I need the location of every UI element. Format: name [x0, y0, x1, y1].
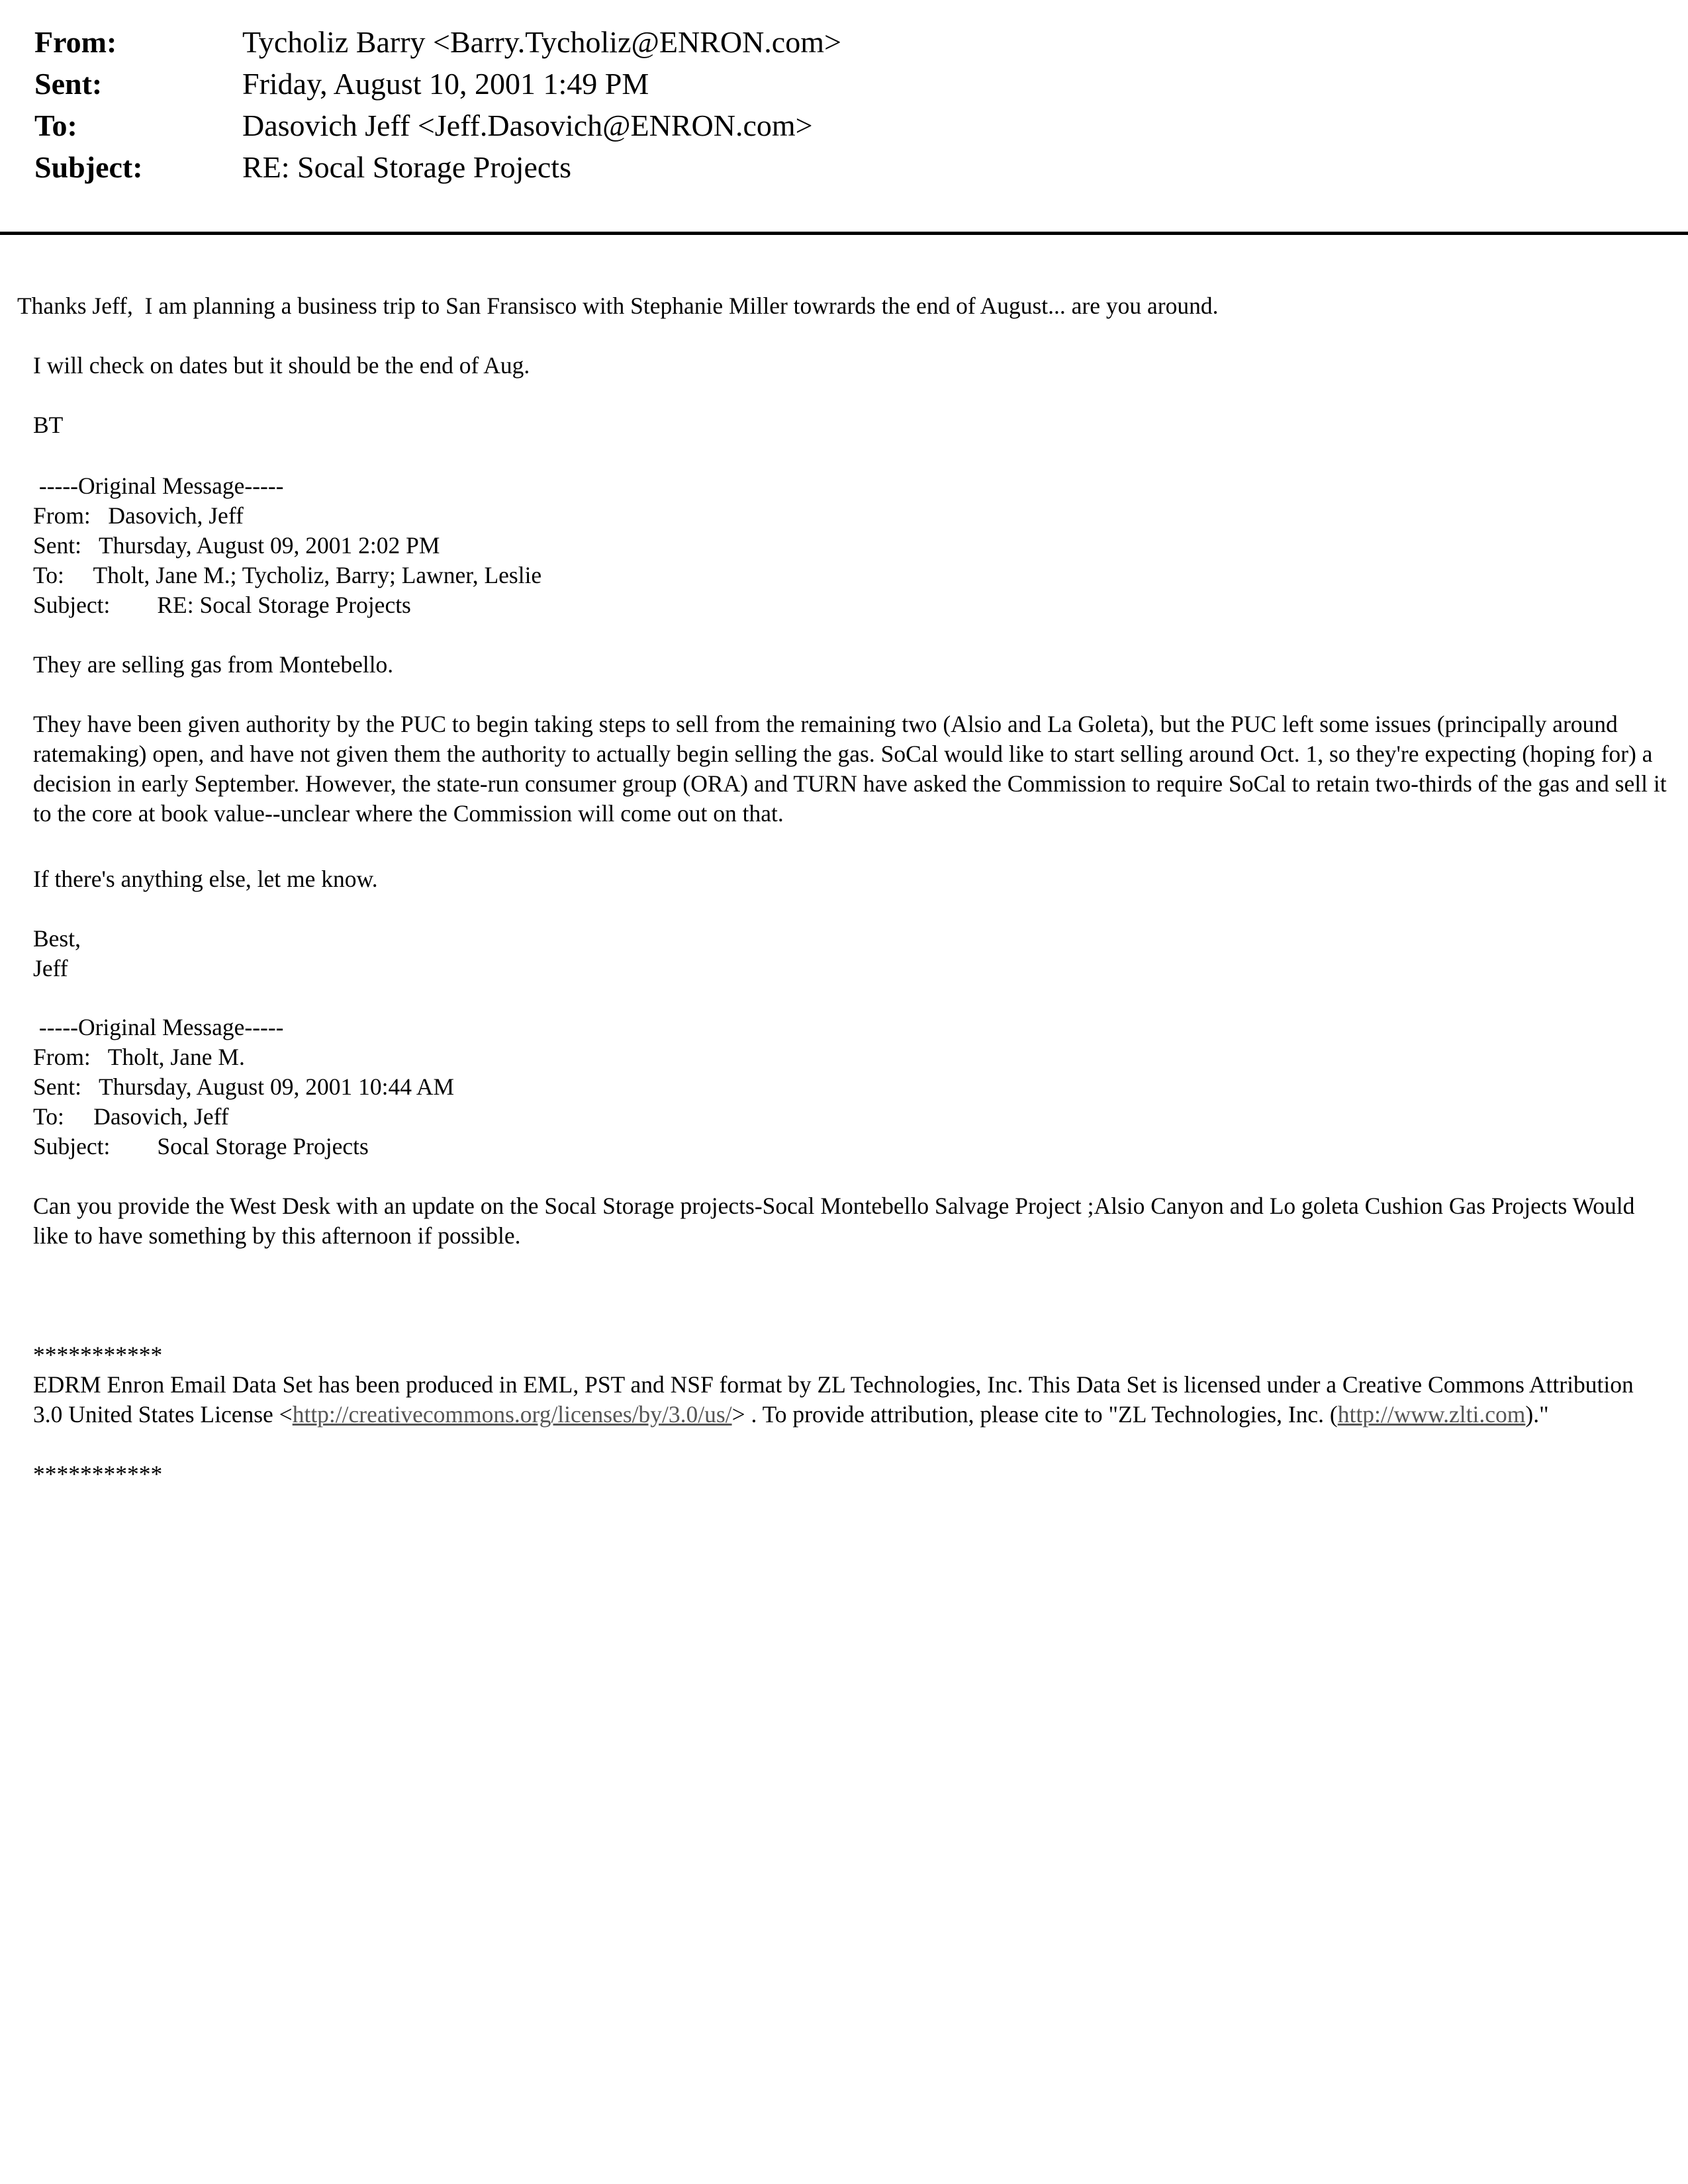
- zlti-link[interactable]: http://www.zlti.com: [1338, 1401, 1526, 1428]
- license-link[interactable]: http://creativecommons.org/licenses/by/3…: [293, 1401, 732, 1428]
- original1-paragraph-1: They are selling gas from Montebello.: [33, 651, 394, 678]
- original2-from: From: Tholt, Jane M.: [33, 1044, 245, 1070]
- footer-text-b: > . To provide attribution, please cite …: [731, 1401, 1338, 1428]
- header-sent-row: Sent: Friday, August 10, 2001 1:49 PM: [34, 63, 841, 105]
- reply-line-2: I will check on dates but it should be t…: [33, 352, 530, 379]
- footer-license-text: EDRM Enron Email Data Set has been produ…: [33, 1370, 1668, 1430]
- original1-paragraph-2: They have been given authority by the PU…: [33, 711, 1667, 827]
- original2-to: To: Dasovich, Jeff: [33, 1103, 229, 1130]
- sent-value: Friday, August 10, 2001 1:49 PM: [242, 67, 649, 101]
- sent-label: Sent:: [34, 67, 103, 101]
- original1-sent: Sent: Thursday, August 09, 2001 2:02 PM: [33, 532, 440, 559]
- subject-value: RE: Socal Storage Projects: [242, 150, 571, 184]
- original2-paragraph-1: Can you provide the West Desk with an up…: [33, 1193, 1635, 1249]
- reply-signoff: BT: [33, 412, 64, 438]
- original1-subject: Subject: RE: Socal Storage Projects: [33, 592, 411, 618]
- footer-text-c: ).": [1525, 1401, 1549, 1428]
- footer-stars-top: ***********: [33, 1342, 163, 1368]
- header-divider: [0, 232, 1688, 235]
- header-from-row: From: Tycholiz Barry <Barry.Tycholiz@ENR…: [34, 21, 841, 63]
- footer-stars-bottom: ***********: [33, 1461, 163, 1487]
- from-label: From:: [34, 25, 117, 59]
- original2-subject: Subject: Socal Storage Projects: [33, 1133, 369, 1160]
- reply-line-1: Thanks Jeff, I am planning a business tr…: [17, 293, 1219, 319]
- original-message-marker-2: -----Original Message-----: [33, 1014, 284, 1040]
- to-label: To:: [34, 109, 77, 142]
- header-to-row: To: Dasovich Jeff <Jeff.Dasovich@ENRON.c…: [34, 105, 841, 146]
- header-subject-row: Subject: RE: Socal Storage Projects: [34, 146, 841, 188]
- original1-closing: Best,: [33, 925, 81, 952]
- original1-to: To: Tholt, Jane M.; Tycholiz, Barry; Law…: [33, 562, 542, 588]
- original1-name: Jeff: [33, 955, 68, 981]
- original1-from: From: Dasovich, Jeff: [33, 502, 244, 529]
- subject-label: Subject:: [34, 150, 143, 184]
- email-header: From: Tycholiz Barry <Barry.Tycholiz@ENR…: [34, 21, 841, 188]
- to-value: Dasovich Jeff <Jeff.Dasovich@ENRON.com>: [242, 109, 813, 142]
- original2-sent: Sent: Thursday, August 09, 2001 10:44 AM: [33, 1073, 455, 1100]
- from-value: Tycholiz Barry <Barry.Tycholiz@ENRON.com…: [242, 25, 841, 59]
- original-message-marker-1: -----Original Message-----: [33, 473, 284, 499]
- original1-paragraph-3: If there's anything else, let me know.: [33, 866, 378, 892]
